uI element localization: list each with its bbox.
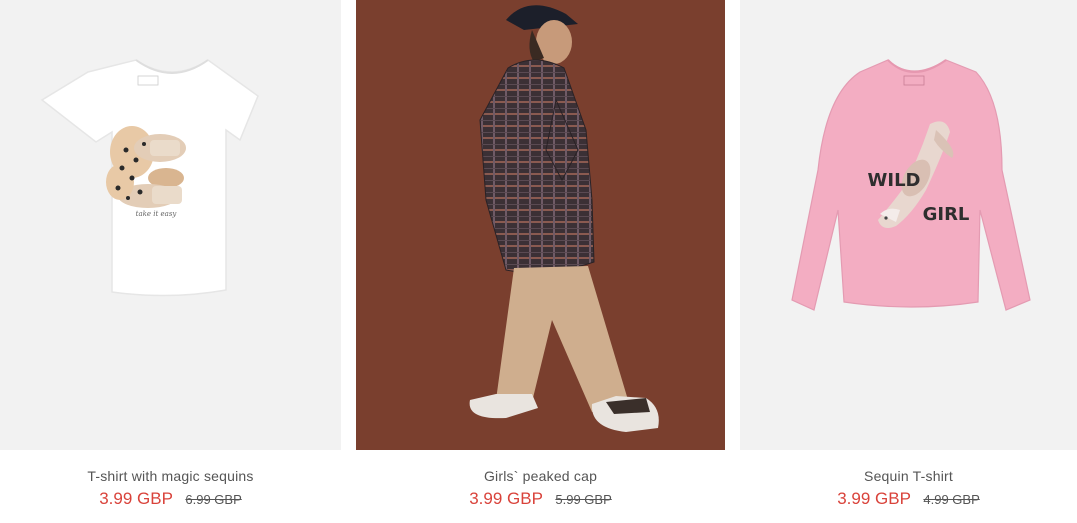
- original-price: 6.99 GBP: [185, 492, 242, 507]
- product-name[interactable]: Girls` peaked cap: [484, 467, 597, 485]
- white-tshirt-image: take it easy: [40, 59, 259, 297]
- product-info: Girls` peaked cap 3.99 GBP 5.99 GBP: [356, 450, 725, 511]
- current-price: 3.99 GBP: [469, 489, 543, 508]
- svg-text:WILD: WILD: [868, 170, 921, 191]
- current-price: 3.99 GBP: [837, 489, 911, 508]
- product-info: Sequin T-shirt 3.99 GBP 4.99 GBP: [740, 450, 1077, 511]
- product-card[interactable]: WILD GIRL Sequin T-shirt 3.99 GBP 4.99 G…: [740, 0, 1077, 523]
- product-card[interactable]: take it easy T-shirt with magic sequins …: [0, 0, 341, 523]
- svg-text:GIRL: GIRL: [923, 204, 970, 225]
- pink-longsleeve-image: WILD GIRL: [791, 59, 1031, 311]
- product-name[interactable]: T-shirt with magic sequins: [87, 467, 253, 485]
- product-info: T-shirt with magic sequins 3.99 GBP 6.99…: [0, 450, 341, 511]
- price-block: 3.99 GBP 4.99 GBP: [740, 488, 1077, 511]
- original-price: 4.99 GBP: [923, 492, 980, 507]
- product-name[interactable]: Sequin T-shirt: [864, 467, 953, 485]
- girl-model-image: [356, 0, 725, 450]
- price-block: 3.99 GBP 5.99 GBP: [356, 488, 725, 511]
- current-price: 3.99 GBP: [99, 489, 173, 508]
- product-card[interactable]: Girls` peaked cap 3.99 GBP 5.99 GBP: [356, 0, 725, 523]
- product-grid: take it easy T-shirt with magic sequins …: [0, 0, 1077, 523]
- svg-text:take it easy: take it easy: [136, 210, 178, 218]
- price-block: 3.99 GBP 6.99 GBP: [0, 488, 341, 511]
- original-price: 5.99 GBP: [555, 492, 612, 507]
- product-image[interactable]: take it easy: [0, 0, 341, 450]
- product-image[interactable]: [356, 0, 725, 450]
- product-image[interactable]: WILD GIRL: [740, 0, 1077, 450]
